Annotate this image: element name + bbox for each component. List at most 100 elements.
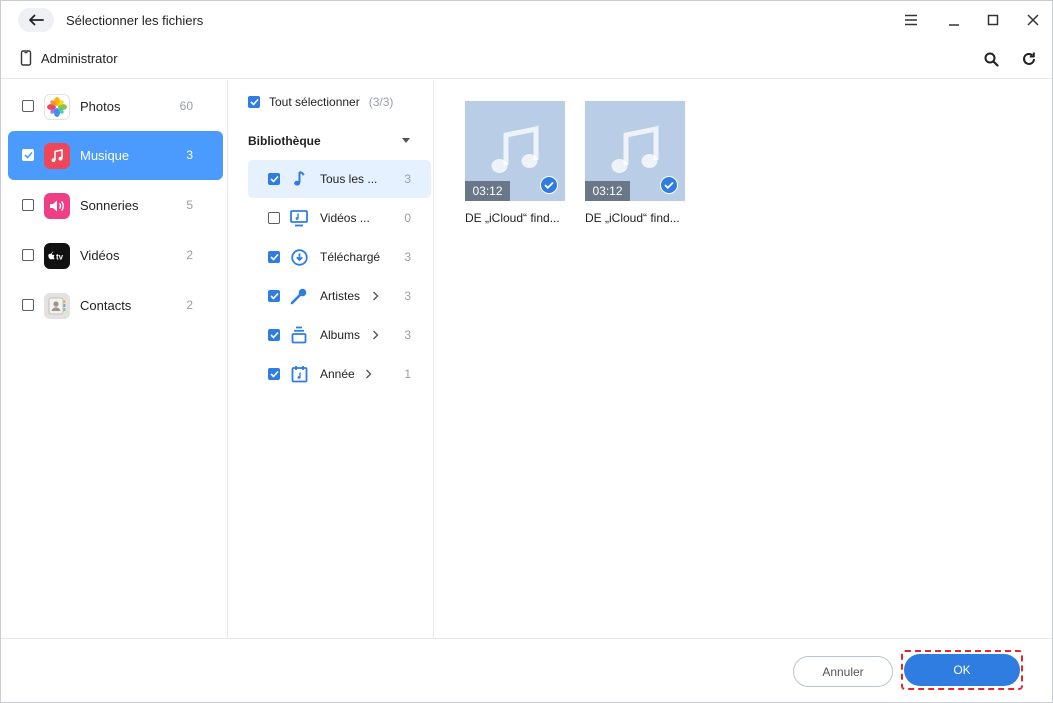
close-button[interactable] <box>1023 11 1043 29</box>
ok-button[interactable]: OK <box>904 654 1020 686</box>
category-videos[interactable]: tv Vidéos 2 <box>8 231 223 280</box>
close-icon <box>1027 14 1039 26</box>
file-thumbnail[interactable]: 03:12 <box>465 101 565 201</box>
select-all-label: Tout sélectionner <box>269 95 360 109</box>
library-item-year[interactable]: Année 1 <box>248 355 431 393</box>
menu-button[interactable] <box>901 11 921 29</box>
checkmark-icon <box>269 370 279 378</box>
apple-tv-app-icon: tv <box>44 243 70 269</box>
category-photos[interactable]: Photos 60 <box>8 82 223 131</box>
select-all-row[interactable]: Tout sélectionner (3/3) <box>248 95 393 109</box>
category-ringtones[interactable]: Sonneries 5 <box>8 181 223 230</box>
selected-check-icon[interactable] <box>660 176 678 194</box>
ringtones-checkbox[interactable] <box>22 199 34 211</box>
search-button[interactable] <box>981 49 1001 69</box>
library-item-count: 3 <box>404 172 411 186</box>
minimize-button[interactable] <box>944 11 964 29</box>
library-item-music-videos[interactable]: Vidéos ... 0 <box>248 199 431 237</box>
music-video-icon <box>290 209 308 227</box>
select-all-checkbox[interactable] <box>248 96 260 108</box>
device-name: Administrator <box>41 51 118 66</box>
checkmark-icon <box>269 292 279 300</box>
checkmark-icon <box>23 151 33 159</box>
file-tile[interactable]: 03:12 DE „iCloud“ find... <box>465 101 565 225</box>
music-note-icon <box>491 126 539 173</box>
file-grid: 03:12 DE „iCloud“ find... 03:12 DE „iClo… <box>435 80 1052 638</box>
dialog-footer: Annuler OK <box>1 638 1052 703</box>
refresh-icon <box>1023 52 1035 65</box>
device-bar: Administrator <box>1 39 1052 79</box>
contacts-checkbox[interactable] <box>22 299 34 311</box>
refresh-button[interactable] <box>1019 49 1039 69</box>
category-count: 3 <box>186 148 193 162</box>
checkmark-icon <box>269 331 279 339</box>
contacts-app-icon <box>44 293 70 319</box>
duration-label: 03:12 <box>465 181 510 201</box>
library-item-label: Téléchargé <box>320 250 381 264</box>
minimize-icon <box>949 24 959 26</box>
music-checkbox[interactable] <box>22 149 34 161</box>
duration-label: 03:12 <box>585 181 630 201</box>
back-button[interactable] <box>18 8 54 32</box>
library-item-albums[interactable]: Albums 3 <box>248 316 431 354</box>
library-item-label: Artistes <box>320 289 361 303</box>
ringtones-app-icon <box>44 193 70 219</box>
category-count: 2 <box>186 298 193 312</box>
caret-down-icon[interactable] <box>401 137 411 144</box>
category-label: Sonneries <box>80 198 139 213</box>
search-icon <box>984 52 999 67</box>
photos-checkbox[interactable] <box>22 100 34 112</box>
videos-checkbox[interactable] <box>22 249 34 261</box>
library-item-artists[interactable]: Artistes 3 <box>248 277 431 315</box>
checkmark-icon <box>269 175 279 183</box>
selected-check-icon[interactable] <box>540 176 558 194</box>
category-label: Vidéos <box>80 248 120 263</box>
albums-checkbox[interactable] <box>268 329 280 341</box>
library-item-label: Albums <box>320 328 361 342</box>
library-item-count: 3 <box>404 250 411 264</box>
year-checkbox[interactable] <box>268 368 280 380</box>
chevron-right-icon <box>373 291 379 301</box>
checkmark-icon <box>249 98 259 106</box>
chevron-right-icon <box>373 330 379 340</box>
music-videos-checkbox[interactable] <box>268 212 280 224</box>
checkmark-icon <box>269 253 279 261</box>
category-music[interactable]: Musique 3 <box>8 131 223 180</box>
downloaded-checkbox[interactable] <box>268 251 280 263</box>
calendar-icon <box>290 365 308 383</box>
library-item-downloaded[interactable]: Téléchargé 3 <box>248 238 431 276</box>
file-tile[interactable]: 03:12 DE „iCloud“ find... <box>585 101 685 225</box>
title-bar: Sélectionner les fichiers <box>1 1 1052 39</box>
category-contacts[interactable]: Contacts 2 <box>8 281 223 330</box>
library-panel: Tout sélectionner (3/3) Bibliothèque Tou… <box>229 80 434 638</box>
file-thumbnail[interactable]: 03:12 <box>585 101 685 201</box>
library-item-all-songs[interactable]: Tous les ... 3 <box>248 160 431 198</box>
chevron-right-icon <box>366 369 372 379</box>
library-item-label: Année <box>320 367 355 381</box>
library-item-count: 0 <box>404 211 411 225</box>
arrow-left-icon <box>29 14 44 26</box>
category-count: 60 <box>179 99 193 113</box>
photos-app-icon <box>44 94 70 120</box>
category-sidebar: Photos 60 Musique 3 Sonneries 5 tv Vidéo… <box>1 80 228 638</box>
cancel-button[interactable]: Annuler <box>793 656 893 687</box>
library-item-count: 1 <box>404 367 411 381</box>
file-selection-window: Sélectionner les fichiers Administrator … <box>0 0 1053 703</box>
music-app-icon <box>44 143 70 169</box>
category-count: 2 <box>186 248 193 262</box>
download-icon <box>290 248 308 266</box>
artists-checkbox[interactable] <box>268 290 280 302</box>
svg-text:tv: tv <box>56 252 64 261</box>
maximize-button[interactable] <box>983 11 1003 29</box>
library-item-count: 3 <box>404 328 411 342</box>
file-name: DE „iCloud“ find... <box>465 211 560 225</box>
album-stack-icon <box>290 326 308 344</box>
category-label: Musique <box>80 148 130 163</box>
select-all-count: (3/3) <box>368 95 394 109</box>
all-songs-checkbox[interactable] <box>268 173 280 185</box>
library-item-count: 3 <box>404 289 411 303</box>
window-title: Sélectionner les fichiers <box>66 13 204 28</box>
library-item-label: Vidéos ... <box>320 211 370 225</box>
iphone-icon <box>20 50 32 66</box>
microphone-icon <box>290 287 308 305</box>
